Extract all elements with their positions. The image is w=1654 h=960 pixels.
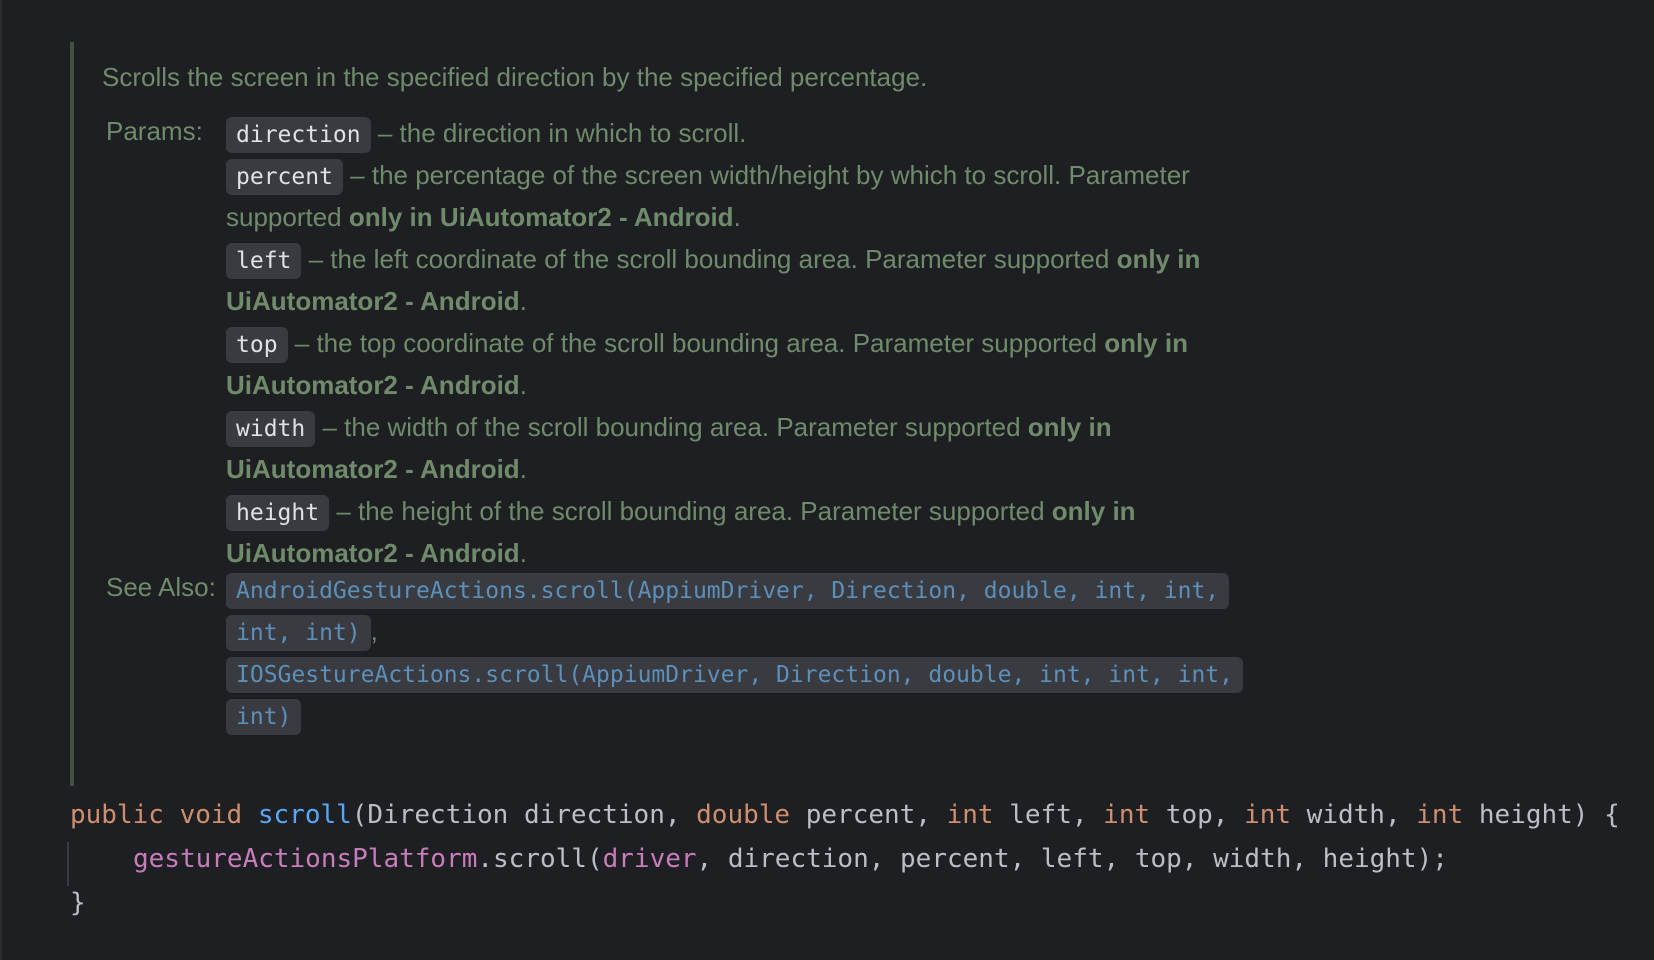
param-name: percent — [226, 159, 343, 196]
keyword-double: double — [696, 800, 791, 830]
see-also-item-continuation: int, int), — [226, 610, 1356, 652]
param-description: supported — [226, 202, 349, 232]
param-description-end: . — [519, 286, 527, 316]
doc-summary: Scrolls the screen in the specified dire… — [102, 62, 928, 92]
param-description: – the direction in which to scroll. — [370, 118, 747, 148]
param-height: height – the height of the scroll boundi… — [226, 490, 1356, 532]
param-name: width — [226, 411, 316, 448]
param-width-continuation: UiAutomator2 - Android. — [226, 448, 1356, 490]
see-also-list: AndroidGestureActions.scroll(AppiumDrive… — [226, 568, 1356, 736]
param-width: width – the width of the scroll bounding… — [226, 406, 1356, 448]
see-also-link[interactable]: AndroidGestureActions.scroll(AppiumDrive… — [226, 573, 1230, 610]
param-description-end: . — [733, 202, 741, 232]
keyword-void: void — [179, 800, 243, 830]
see-also-item: AndroidGestureActions.scroll(AppiumDrive… — [226, 568, 1356, 610]
field-reference[interactable]: gestureActionsPlatform — [133, 844, 477, 874]
param-note-bold: only in — [1027, 412, 1112, 442]
code-line-close[interactable]: } — [70, 888, 86, 918]
see-also-item-continuation: int) — [226, 694, 1356, 736]
param-note-bold: UiAutomator2 - Android — [226, 286, 520, 316]
param-description-end: . — [519, 454, 527, 484]
param-left: left – the left coordinate of the scroll… — [226, 238, 1356, 280]
method-name[interactable]: scroll — [258, 800, 352, 830]
see-also-link[interactable]: IOSGestureActions.scroll(AppiumDriver, D… — [226, 657, 1243, 694]
param-note-bold: only in — [1116, 244, 1201, 274]
param-note-bold: only in — [1104, 328, 1188, 358]
params-label: Params: — [106, 116, 203, 146]
param-top-continuation: UiAutomator2 - Android. — [226, 364, 1356, 406]
keyword-int: int — [1244, 800, 1292, 830]
param-percent-continuation: supported only in UiAutomator2 - Android… — [226, 196, 1356, 238]
code-text: percent, — [790, 800, 947, 830]
param-description: – the width of the scroll bounding area.… — [315, 412, 1028, 442]
field-reference[interactable]: driver — [603, 844, 697, 874]
param-note-bold: UiAutomator2 - Android — [226, 538, 520, 568]
param-description: – the height of the scroll bounding area… — [329, 496, 1052, 526]
keyword-int: int — [1103, 800, 1151, 830]
param-note-bold: only in — [1051, 496, 1136, 526]
see-also-item: IOSGestureActions.scroll(AppiumDriver, D… — [226, 652, 1356, 694]
param-top: top – the top coordinate of the scroll b… — [226, 322, 1356, 364]
code-text: height) { — [1463, 800, 1620, 830]
see-also-separator: , — [370, 616, 378, 646]
code-text: .scroll( — [477, 844, 603, 874]
params-list: direction – the direction in which to sc… — [226, 112, 1356, 574]
param-name: height — [226, 495, 330, 532]
code-line-signature[interactable]: public void scroll(Direction direction, … — [70, 800, 1620, 830]
param-note-bold: UiAutomator2 - Android — [226, 370, 520, 400]
param-description: – the percentage of the screen width/hei… — [342, 160, 1190, 190]
param-name: top — [226, 327, 288, 364]
code-text: , direction, percent, left, top, width, … — [696, 844, 1448, 874]
see-also-link[interactable]: int, int) — [226, 615, 371, 652]
code-text: width, — [1291, 800, 1417, 830]
code-line-body[interactable]: gestureActionsPlatform.scroll(driver, di… — [133, 844, 1448, 874]
indent-guide — [67, 842, 69, 886]
code-text: top, — [1150, 800, 1245, 830]
param-note-bold: UiAutomator2 - Android — [226, 454, 520, 484]
code-editor[interactable]: Scrolls the screen in the specified dire… — [0, 0, 1654, 960]
param-description-end: . — [519, 370, 527, 400]
code-text: (Direction direction, — [351, 800, 697, 830]
param-note-bold: only in UiAutomator2 - Android — [348, 202, 734, 232]
code-text: left, — [993, 800, 1104, 830]
param-percent: percent – the percentage of the screen w… — [226, 154, 1356, 196]
param-description: – the top coordinate of the scroll bound… — [287, 328, 1105, 358]
param-name: left — [226, 243, 302, 280]
param-name: direction — [226, 117, 371, 154]
rendered-javadoc: Scrolls the screen in the specified dire… — [70, 42, 1350, 786]
param-description-end: . — [519, 538, 527, 568]
param-direction: direction – the direction in which to sc… — [226, 112, 1356, 154]
param-left-continuation: UiAutomator2 - Android. — [226, 280, 1356, 322]
keyword-public: public — [70, 800, 164, 830]
see-also-link[interactable]: int) — [226, 699, 302, 736]
keyword-int: int — [946, 800, 994, 830]
see-also-label: See Also: — [106, 572, 216, 602]
param-description: – the left coordinate of the scroll boun… — [301, 244, 1117, 274]
keyword-int: int — [1416, 800, 1464, 830]
